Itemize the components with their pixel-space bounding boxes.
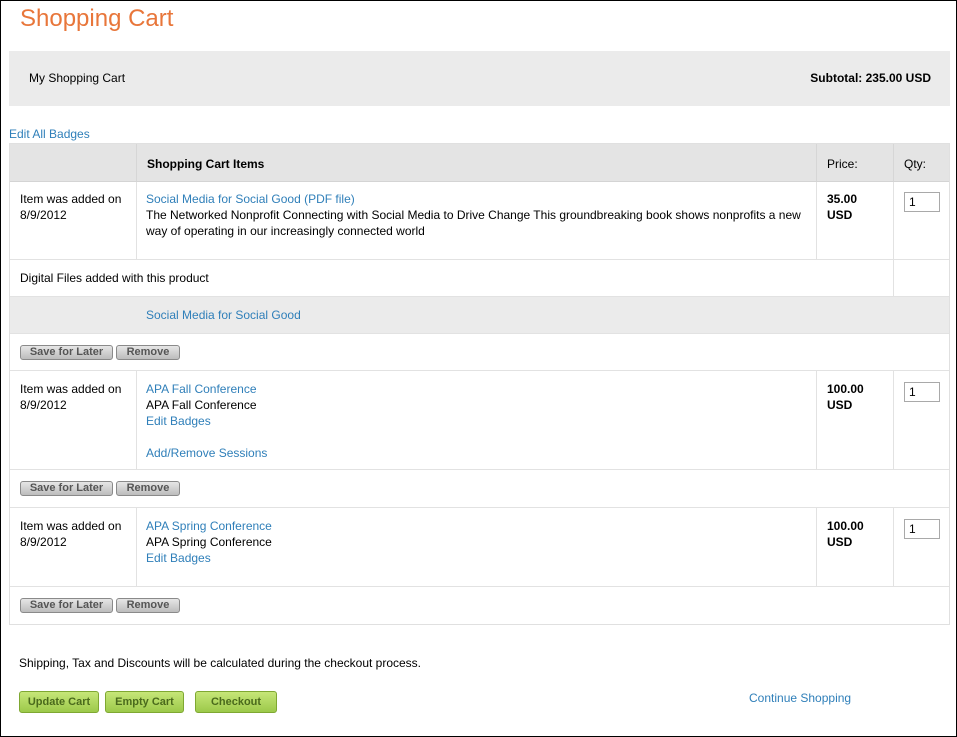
column-divider — [816, 508, 817, 586]
remove-button[interactable]: Remove — [116, 598, 180, 613]
item-description: The Networked Nonprofit Connecting with … — [146, 208, 801, 238]
checkout-button[interactable]: Checkout — [195, 691, 277, 713]
cart-header-row: Shopping Cart Items Price: Qty: — [10, 144, 949, 182]
cart-item-row: Item was added on 8/9/2012 Social Media … — [10, 182, 949, 260]
added-on-label: Item was added on — [20, 192, 122, 206]
added-on-date: 8/9/2012 — [20, 398, 67, 412]
item-actions-row: Save for Later Remove — [10, 334, 949, 371]
column-divider — [136, 371, 137, 469]
subtotal: Subtotal: 235.00 USD — [810, 71, 931, 85]
add-remove-sessions-link[interactable]: Add/Remove Sessions — [146, 445, 267, 461]
save-for-later-button[interactable]: Save for Later — [20, 345, 113, 360]
item-title-link[interactable]: APA Spring Conference — [146, 518, 272, 534]
page-title: Shopping Cart — [20, 5, 174, 32]
item-actions-row: Save for Later Remove — [10, 587, 949, 624]
added-on-label: Item was added on — [20, 382, 122, 396]
item-price: 35.00 — [827, 192, 858, 206]
continue-shopping-link[interactable]: Continue Shopping — [749, 691, 851, 705]
item-price: 100.00 — [827, 382, 864, 396]
remove-button[interactable]: Remove — [116, 345, 180, 360]
edit-badges-link[interactable]: Edit Badges — [146, 550, 211, 566]
cart-item-row: Item was added on 8/9/2012 APA Fall Conf… — [10, 371, 949, 470]
item-currency: USD — [827, 398, 853, 412]
column-divider — [136, 144, 137, 181]
item-subtitle: APA Spring Conference — [146, 535, 272, 549]
added-on-date: 8/9/2012 — [20, 208, 67, 222]
column-divider — [136, 508, 137, 586]
column-divider — [893, 508, 894, 586]
checkout-note: Shipping, Tax and Discounts will be calc… — [19, 656, 422, 670]
quantity-input[interactable] — [904, 382, 940, 402]
digital-file-row: Social Media for Social Good — [10, 297, 949, 334]
item-subtitle: APA Fall Conference — [146, 398, 257, 412]
column-divider — [816, 182, 817, 259]
item-price: 100.00 — [827, 519, 864, 533]
item-title-link[interactable]: APA Fall Conference — [146, 381, 257, 397]
added-on-date: 8/9/2012 — [20, 535, 67, 549]
item-currency: USD — [827, 535, 853, 549]
header-qty: Qty: — [904, 157, 927, 171]
column-divider — [816, 144, 817, 181]
update-cart-button[interactable]: Update Cart — [19, 691, 99, 713]
column-divider — [893, 182, 894, 259]
cart-table: Shopping Cart Items Price: Qty: Item was… — [9, 143, 950, 625]
my-cart-label: My Shopping Cart — [29, 71, 126, 85]
quantity-input[interactable] — [904, 519, 940, 539]
digital-files-row: Digital Files added with this product — [10, 260, 949, 297]
column-divider — [893, 371, 894, 469]
added-on-label: Item was added on — [20, 519, 122, 533]
save-for-later-button[interactable]: Save for Later — [20, 598, 113, 613]
edit-badges-link[interactable]: Edit Badges — [146, 413, 211, 429]
header-price: Price: — [827, 157, 858, 171]
digital-file-link[interactable]: Social Media for Social Good — [146, 307, 301, 323]
column-divider — [816, 371, 817, 469]
column-divider — [893, 260, 894, 296]
cart-item-row: Item was added on 8/9/2012 APA Spring Co… — [10, 508, 949, 587]
column-divider — [136, 182, 137, 259]
item-actions-row: Save for Later Remove — [10, 470, 949, 508]
quantity-input[interactable] — [904, 192, 940, 212]
remove-button[interactable]: Remove — [116, 481, 180, 496]
empty-cart-button[interactable]: Empty Cart — [105, 691, 184, 713]
column-divider — [893, 144, 894, 181]
header-items: Shopping Cart Items — [147, 157, 265, 171]
save-for-later-button[interactable]: Save for Later — [20, 481, 113, 496]
item-currency: USD — [827, 208, 853, 222]
digital-files-label: Digital Files added with this product — [20, 271, 209, 285]
edit-all-badges-link[interactable]: Edit All Badges — [9, 127, 90, 141]
cart-summary-bar: My Shopping Cart Subtotal: 235.00 USD — [9, 51, 950, 106]
page-frame: Shopping Cart My Shopping Cart Subtotal:… — [0, 0, 957, 737]
item-title-link[interactable]: Social Media for Social Good (PDF file) — [146, 191, 355, 207]
